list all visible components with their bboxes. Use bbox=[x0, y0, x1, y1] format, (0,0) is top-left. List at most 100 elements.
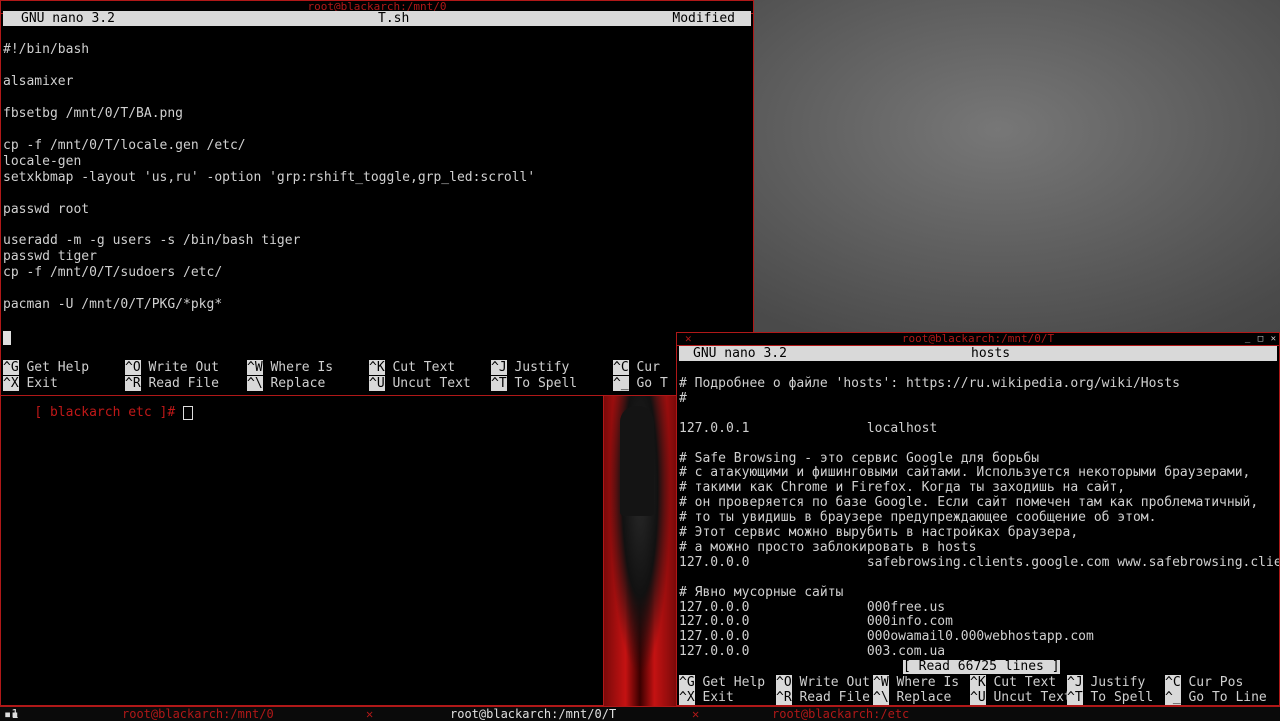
nano-status-message: [ Read 66725 lines ] bbox=[903, 659, 1060, 674]
shortcut-item[interactable]: ^G Get Help bbox=[3, 360, 89, 375]
shortcut-item[interactable]: ^U Uncut Text bbox=[369, 376, 471, 391]
editor-line: # а можно просто заблокировать в hosts bbox=[679, 539, 977, 555]
hooded-figure-image bbox=[620, 406, 654, 516]
editor-line: # он проверяется по базе Google. Если са… bbox=[679, 495, 1259, 511]
shortcut-key: ^\ bbox=[247, 376, 263, 391]
shortcut-key: ^\ bbox=[873, 690, 889, 705]
shortcut-label: Get Help bbox=[694, 675, 766, 690]
editor-line: alsamixer bbox=[3, 73, 74, 89]
nano-window-hosts[interactable]: ✕ root@blackarch:/mnt/0/T _ □ ✕ GNU nano… bbox=[676, 332, 1280, 706]
shortcut-label: Go To Line bbox=[1180, 690, 1267, 705]
window-titlebar[interactable]: ✕ root@blackarch:/mnt/0/T _ □ ✕ bbox=[677, 333, 1279, 346]
taskbar-item-active[interactable]: root@blackarch:/mnt/0/T bbox=[450, 707, 616, 721]
workspace-indicator[interactable]: ▪ 1 ▪ bbox=[4, 707, 18, 721]
shortcut-label: Uncut Text bbox=[985, 690, 1072, 705]
shortcut-label: Cur bbox=[628, 360, 660, 375]
shortcut-key: ^J bbox=[491, 360, 507, 375]
close-icon[interactable]: ✕ bbox=[692, 707, 699, 721]
window-controls[interactable]: _ □ ✕ bbox=[1245, 333, 1277, 345]
shortcut-item[interactable]: ^G Get Help bbox=[679, 675, 765, 690]
shortcut-key: ^K bbox=[970, 675, 986, 690]
editor-line: 127.0.0.0 003.com.ua bbox=[679, 644, 946, 660]
shortcut-item[interactable]: ^\ Replace bbox=[873, 690, 951, 705]
shortcut-key: ^T bbox=[491, 376, 507, 391]
editor-line: # Явно мусорные сайты bbox=[679, 584, 844, 600]
shortcut-item[interactable]: ^W Where Is bbox=[247, 360, 333, 375]
taskbar-item[interactable]: root@blackarch:/mnt/0 bbox=[122, 707, 274, 721]
shell-terminal[interactable]: [ blackarch etc ]# bbox=[0, 396, 604, 706]
shortcut-label: Write Out bbox=[140, 360, 219, 375]
editor-line: useradd -m -g users -s /bin/bash tiger bbox=[3, 233, 301, 249]
shortcut-key: ^O bbox=[776, 675, 792, 690]
shortcut-item[interactable]: ^\ Replace bbox=[247, 376, 325, 391]
shortcut-item[interactable]: ^J Justify bbox=[1067, 675, 1145, 690]
close-icon[interactable]: ✕ bbox=[366, 707, 373, 721]
shortcut-item[interactable]: ^C Cur Pos bbox=[1165, 675, 1243, 690]
shortcut-key: ^J bbox=[1067, 675, 1083, 690]
shortcut-item[interactable]: ^O Write Out bbox=[776, 675, 870, 690]
editor-line: # с атакующими и фишинговыми сайтами. Ис… bbox=[679, 465, 1251, 481]
shortcut-item[interactable]: ^U Uncut Text bbox=[970, 690, 1072, 705]
editor-line: 127.0.0.0 000free.us bbox=[679, 599, 946, 615]
shortcut-item[interactable]: ^K Cut Text bbox=[970, 675, 1056, 690]
editor-line: 127.0.0.0 000info.com bbox=[679, 614, 953, 630]
nano-version: GNU nano 3.2 bbox=[693, 346, 787, 361]
shortcut-item[interactable]: ^R Read File bbox=[125, 376, 219, 391]
shortcut-item[interactable]: ^O Write Out bbox=[125, 360, 219, 375]
shortcut-key: ^K bbox=[369, 360, 385, 375]
shortcut-label: Uncut Text bbox=[384, 376, 471, 391]
editor-line: cp -f /mnt/0/T/locale.gen /etc/ bbox=[3, 137, 246, 153]
shell-cursor bbox=[183, 405, 194, 420]
shortcut-item[interactable]: ^_ Go To Line bbox=[1165, 690, 1267, 705]
editor-line: fbsetbg /mnt/0/T/BA.png bbox=[3, 105, 184, 121]
nano-filename: T.sh bbox=[378, 11, 410, 26]
shortcut-item[interactable]: ^_ Go T bbox=[613, 376, 668, 391]
shortcut-label: Justify bbox=[1082, 675, 1146, 690]
shortcut-item[interactable]: ^K Cut Text bbox=[369, 360, 455, 375]
nano-titlebar: GNU nano 3.2 T.sh Modified bbox=[3, 11, 751, 26]
shortcut-item[interactable]: ^W Where Is bbox=[873, 675, 959, 690]
shortcut-key: ^_ bbox=[613, 376, 629, 391]
editor-line: passwd tiger bbox=[3, 249, 97, 265]
shortcut-key: ^X bbox=[679, 690, 695, 705]
nano-filename: hosts bbox=[971, 346, 1011, 361]
close-icon[interactable]: ✕ bbox=[685, 333, 692, 345]
editor-line: # bbox=[679, 390, 687, 406]
shortcut-item[interactable]: ^R Read File bbox=[776, 690, 870, 705]
nano-version: GNU nano 3.2 bbox=[21, 11, 115, 26]
shortcut-key: ^U bbox=[970, 690, 986, 705]
shortcut-key: ^X bbox=[3, 376, 19, 391]
shortcut-key: ^O bbox=[125, 360, 141, 375]
text-cursor bbox=[3, 331, 11, 345]
shortcut-label: Go T bbox=[628, 376, 668, 391]
shortcut-item[interactable]: ^J Justify bbox=[491, 360, 569, 375]
shortcut-key: ^T bbox=[1067, 690, 1083, 705]
editor-line: # такими как Chrome и Firefox. Когда ты … bbox=[679, 480, 1126, 496]
taskbar-item[interactable]: root@blackarch:/etc bbox=[772, 707, 909, 721]
shortcut-label: Replace bbox=[262, 376, 326, 391]
shortcut-item[interactable]: ^C Cur bbox=[613, 360, 660, 375]
editor-line: setxkbmap -layout 'us,ru' -option 'grp:r… bbox=[3, 169, 536, 185]
shortcut-label: Where Is bbox=[262, 360, 334, 375]
window-title: root@blackarch:/mnt/0/T bbox=[901, 332, 1055, 345]
editor-line: cp -f /mnt/0/T/sudoers /etc/ bbox=[3, 265, 223, 281]
shortcut-key: ^W bbox=[873, 675, 889, 690]
shortcut-label: Where Is bbox=[888, 675, 960, 690]
shortcut-key: ^_ bbox=[1165, 690, 1181, 705]
shortcut-key: ^R bbox=[125, 376, 141, 391]
shortcut-label: Cut Text bbox=[384, 360, 456, 375]
editor-line: # Подробнее о файле 'hosts': https://ru.… bbox=[679, 376, 1180, 391]
editor-line: locale-gen bbox=[3, 153, 82, 169]
nano-window-tsh[interactable]: root@blackarch:/mnt/0 GNU nano 3.2 T.sh … bbox=[0, 0, 754, 396]
shortcut-item[interactable]: ^X Exit bbox=[3, 376, 58, 391]
shortcut-key: ^C bbox=[613, 360, 629, 375]
shortcut-item[interactable]: ^T To Spell bbox=[491, 376, 577, 391]
shortcut-item[interactable]: ^X Exit bbox=[679, 690, 734, 705]
editor-line: 127.0.0.0 000owamail0.000webhostapp.com bbox=[679, 629, 1094, 645]
shortcut-label: Replace bbox=[888, 690, 952, 705]
shortcut-label: To Spell bbox=[506, 376, 578, 391]
editor-line: # Safe Browsing - это сервис Google для … bbox=[679, 450, 1040, 466]
taskbar: ▪ 1 ▪ root@blackarch:/mnt/0 ✕ root@blackar… bbox=[0, 706, 1280, 721]
shortcut-item[interactable]: ^T To Spell bbox=[1067, 690, 1153, 705]
shortcut-label: To Spell bbox=[1082, 690, 1154, 705]
